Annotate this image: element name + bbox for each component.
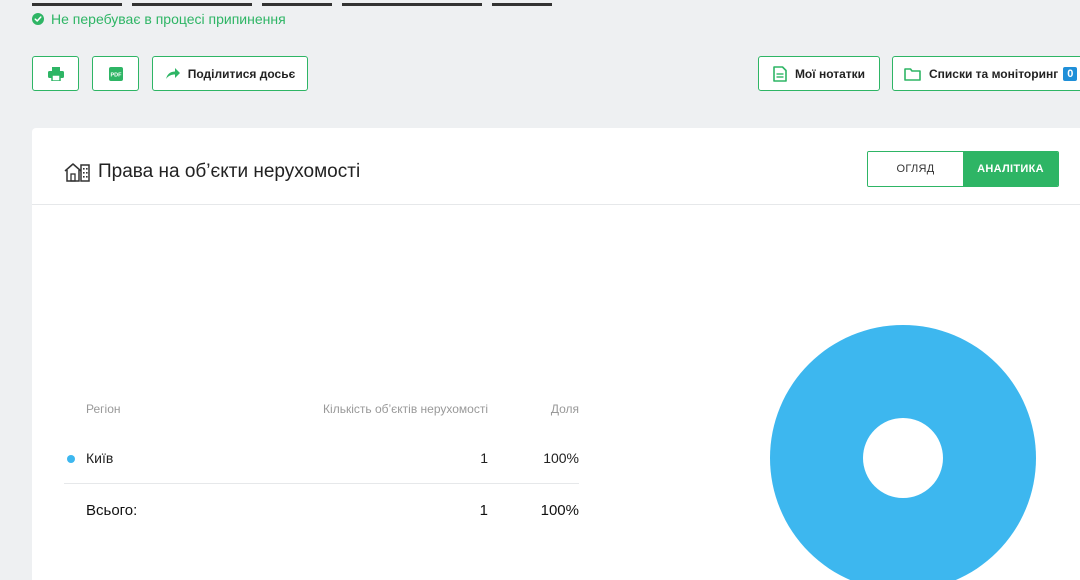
header-count: Кількість об’єктів нерухомості [323,402,488,416]
tab-analytics[interactable]: АНАЛІТИКА [963,152,1058,186]
header-region: Регіон [86,402,121,416]
card-title: Права на об’єкти нерухомості [64,161,360,183]
printer-icon [47,66,64,81]
share-arrow-icon [165,67,181,80]
region-donut-chart [770,325,1036,580]
status-text: Не перебуває в процесі припинення [51,11,286,27]
card-header: Права на об’єкти нерухомості ОГЛЯД АНАЛІ… [32,128,1080,205]
check-circle-icon [32,13,44,25]
share-dossier-label: Поділитися досьє [187,66,296,81]
row-count: 1 [480,450,488,466]
my-notes-button[interactable]: Мої нотатки [758,56,880,91]
building-icon [64,162,90,182]
view-toggle: ОГЛЯД АНАЛІТИКА [867,151,1059,187]
lists-monitoring-button[interactable]: Списки та моніторинг 0 [892,56,1080,91]
monitoring-count-badge: 0 [1063,66,1078,81]
total-share: 100% [540,502,579,519]
tab-overview[interactable]: ОГЛЯД [868,152,963,186]
row-region: Київ [86,450,114,466]
notes-icon [773,65,787,82]
share-dossier-button[interactable]: Поділитися досьє [152,56,308,91]
pdf-icon: PDF [108,66,123,81]
donut-hole [863,418,943,498]
card-title-text: Права на об’єкти нерухомості [98,161,361,182]
legend-dot [67,455,75,463]
header-share: Доля [550,402,579,416]
real-estate-rights-card: Права на об’єкти нерухомості ОГЛЯД АНАЛІ… [32,128,1080,580]
table-row: Київ 1 100% [64,448,579,484]
status-indicator: Не перебуває в процесі припинення [32,11,286,27]
row-share: 100% [543,450,579,466]
print-button[interactable] [32,56,79,91]
pdf-button[interactable]: PDF [92,56,139,91]
pdf-icon-text: PDF [110,72,122,78]
lists-monitoring-label: Списки та моніторинг [929,66,1059,81]
table-total-row: Всього: 1 100% [64,500,579,530]
total-count: 1 [479,502,488,519]
my-notes-label: Мої нотатки [794,66,866,81]
cropped-heading [32,0,592,6]
folder-icon [904,67,921,81]
total-label: Всього: [86,502,138,519]
